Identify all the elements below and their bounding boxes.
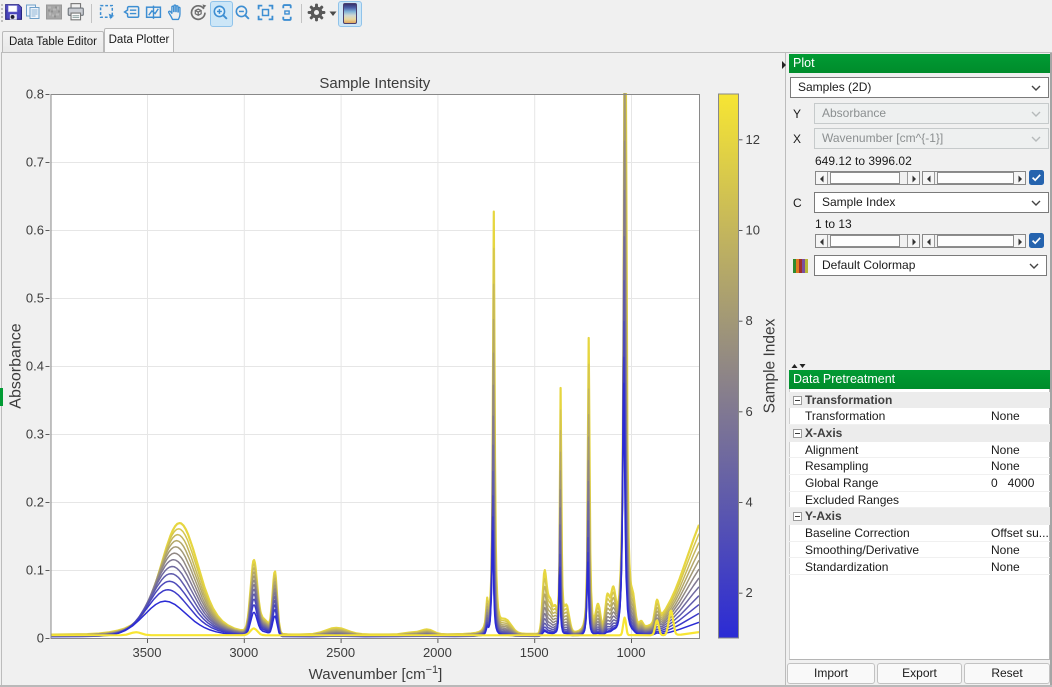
svg-text:0.2: 0.2 xyxy=(26,495,44,510)
svg-text:4: 4 xyxy=(746,495,753,510)
svg-text:0.3: 0.3 xyxy=(26,427,44,442)
svg-text:0.1: 0.1 xyxy=(26,563,44,578)
svg-text:0.6: 0.6 xyxy=(26,223,44,238)
svg-text:10: 10 xyxy=(746,223,760,238)
svg-text:12: 12 xyxy=(746,132,760,147)
svg-text:3000: 3000 xyxy=(229,645,258,660)
svg-text:1000: 1000 xyxy=(617,645,646,660)
svg-text:Absorbance: Absorbance xyxy=(8,323,25,408)
svg-text:0.8: 0.8 xyxy=(26,87,44,102)
svg-text:2: 2 xyxy=(746,585,753,600)
svg-text:1500: 1500 xyxy=(520,645,549,660)
svg-text:0.5: 0.5 xyxy=(26,291,44,306)
svg-text:Wavenumber [cm−1]: Wavenumber [cm−1] xyxy=(309,664,443,683)
svg-text:0: 0 xyxy=(37,631,44,646)
svg-text:Sample Index: Sample Index xyxy=(762,318,779,413)
svg-text:8: 8 xyxy=(746,313,753,328)
svg-text:3500: 3500 xyxy=(133,645,162,660)
svg-text:0.4: 0.4 xyxy=(26,359,44,374)
svg-text:0.7: 0.7 xyxy=(26,155,44,170)
svg-text:2000: 2000 xyxy=(423,645,452,660)
svg-text:Sample Intensity: Sample Intensity xyxy=(319,75,430,92)
svg-text:6: 6 xyxy=(746,404,753,419)
svg-text:2500: 2500 xyxy=(326,645,355,660)
